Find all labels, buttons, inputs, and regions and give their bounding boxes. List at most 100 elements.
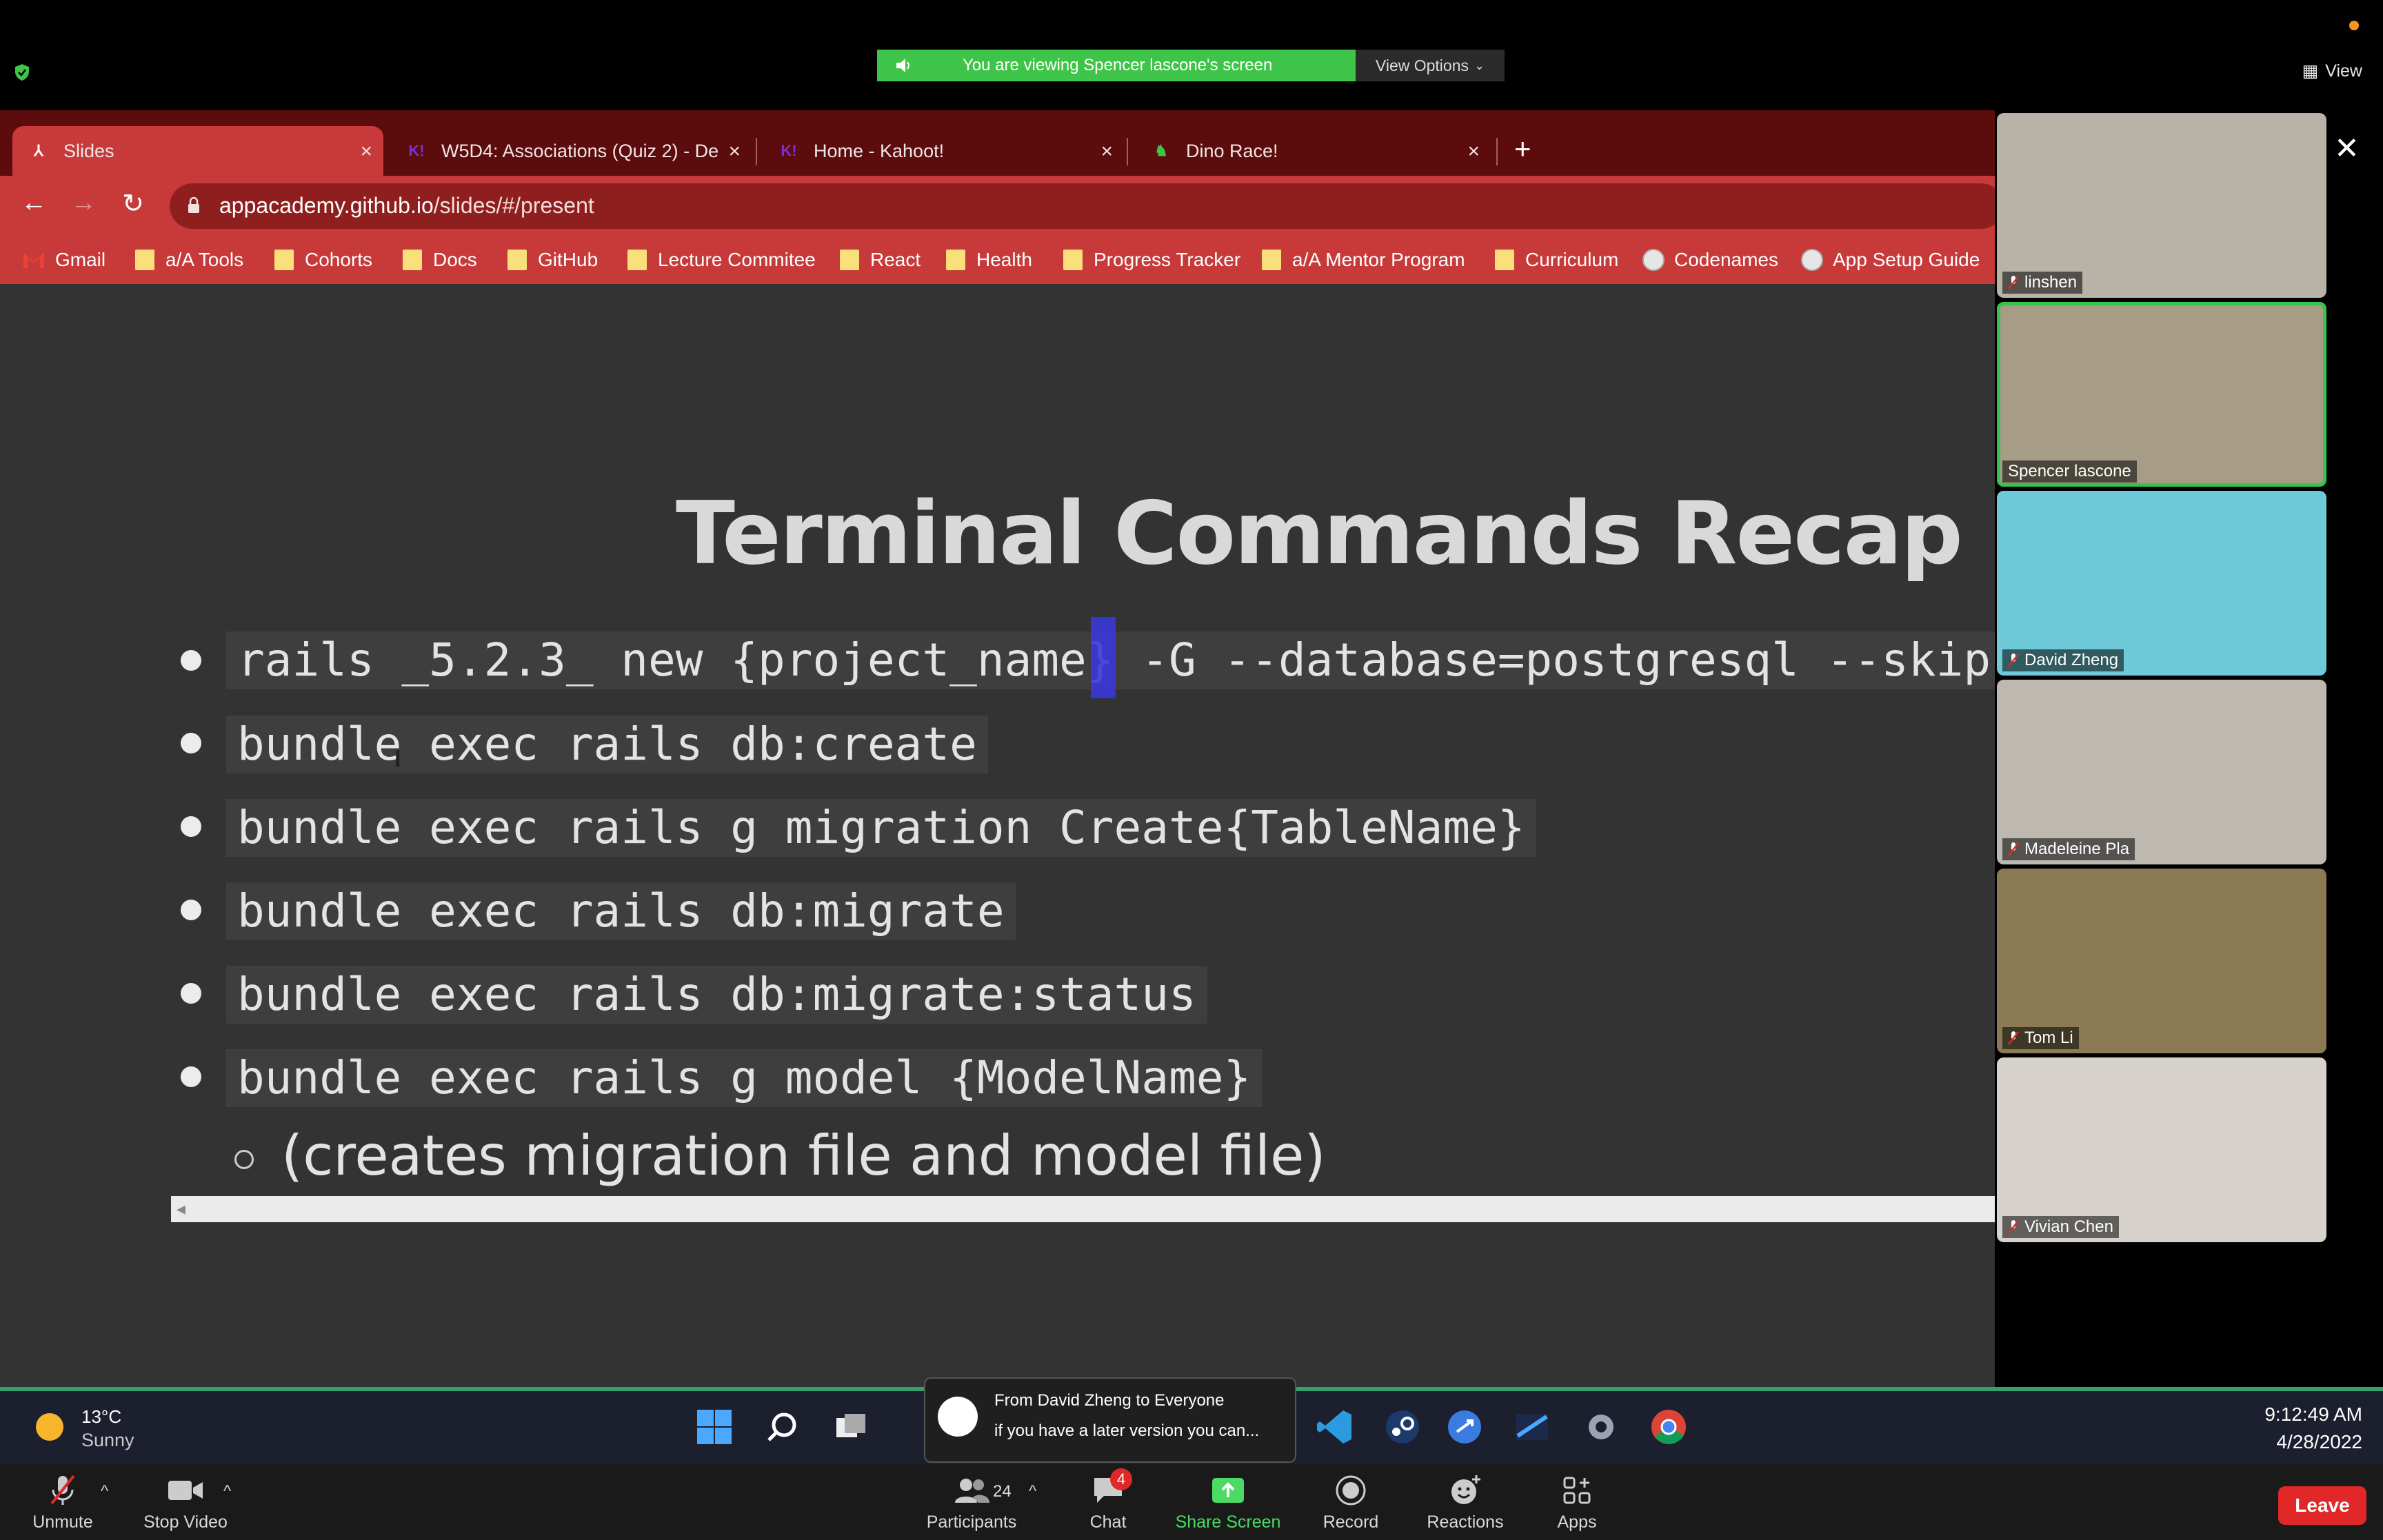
apps-icon <box>1518 1472 1636 1508</box>
bookmark-app-setup-guide[interactable]: App Setup Guide <box>1801 243 1980 277</box>
record-icon <box>1292 1472 1409 1508</box>
close-icon[interactable]: ✕ <box>2334 131 2360 166</box>
record-button[interactable]: Record <box>1292 1472 1409 1532</box>
globe-icon <box>1801 249 1823 271</box>
bookmark-codenames[interactable]: Codenames <box>1642 243 1778 277</box>
command-line: bundle exec rails db:create <box>226 716 988 773</box>
sub-bullet-text: (creates migration file and model file) <box>281 1124 1326 1188</box>
share-screen-icon <box>1169 1472 1287 1508</box>
tab-divider <box>756 138 757 165</box>
video-tile[interactable]: David Zheng <box>1997 491 2326 676</box>
settings-gear-icon[interactable] <box>1580 1406 1622 1448</box>
caret-up-icon[interactable]: ^ <box>1029 1482 1036 1501</box>
url-host: appacademy.github.io <box>219 193 434 218</box>
view-options-button[interactable]: View Options ⌄ <box>1356 50 1505 81</box>
bookmark-label: App Setup Guide <box>1833 249 1980 270</box>
participant-name-text: Tom Li <box>2024 1029 2073 1047</box>
tab-kahoot-home[interactable]: K! Home - Kahoot! × <box>763 126 1124 176</box>
bookmark-curriculum[interactable]: Curriculum <box>1495 243 1618 277</box>
muted-mic-icon <box>2008 276 2019 290</box>
folder-icon <box>507 250 527 270</box>
bookmark-label: Cohorts <box>305 249 373 270</box>
tab-dino-race[interactable]: ♞ Dino Race! × <box>1135 126 1491 176</box>
bookmark-aa-tools[interactable]: a/A Tools <box>135 243 243 277</box>
task-view-icon[interactable] <box>830 1406 872 1448</box>
bookmark-gmail[interactable]: Gmail <box>22 243 105 277</box>
caret-up-icon[interactable]: ^ <box>223 1482 231 1501</box>
muted-mic-icon <box>2008 842 2019 856</box>
video-tile-active-speaker[interactable]: Spencer lascone <box>1997 302 2326 487</box>
participant-name: David Zheng <box>2002 649 2124 671</box>
sun-icon[interactable] <box>36 1413 63 1441</box>
close-icon[interactable]: × <box>728 140 741 163</box>
unmute-label: Unmute <box>32 1512 93 1532</box>
reactions-label: Reactions <box>1427 1512 1504 1532</box>
bookmark-github[interactable]: GitHub <box>507 243 598 277</box>
bookmark-label: React <box>870 249 921 270</box>
caret-up-icon[interactable]: ^ <box>101 1482 108 1501</box>
video-tile[interactable]: linshen <box>1997 113 2326 298</box>
bookmark-label: Curriculum <box>1525 249 1619 270</box>
viewing-banner: You are viewing Spencer lascone's screen <box>877 50 1356 81</box>
clock-date[interactable]: 4/28/2022 <box>2276 1431 2362 1453</box>
chevron-down-icon: ⌄ <box>1474 58 1485 72</box>
bookmark-health[interactable]: Health <box>946 243 1032 277</box>
tab-label: Home - Kahoot! <box>814 140 945 161</box>
muted-mic-icon <box>2008 1220 2019 1234</box>
chat-notification[interactable] <box>924 1377 1296 1463</box>
scroll-left-icon[interactable]: ◂ <box>177 1198 185 1219</box>
bookmark-aa-mentor-program[interactable]: a/A Mentor Program <box>1262 243 1465 277</box>
windows-start-icon[interactable] <box>694 1406 735 1448</box>
bookmark-label: Health <box>976 249 1032 270</box>
reactions-button[interactable]: Reactions <box>1407 1472 1524 1532</box>
tab-associations-quiz[interactable]: K! W5D4: Associations (Quiz 2) - De × <box>390 126 752 176</box>
close-icon[interactable]: × <box>360 140 372 163</box>
participants-count: 24 <box>993 1482 1012 1501</box>
chat-button[interactable]: Chat <box>1049 1472 1167 1532</box>
smiley-plus-icon <box>1407 1472 1524 1508</box>
tab-slides[interactable]: ⅄ Slides × <box>12 126 383 176</box>
chrome-icon[interactable] <box>1648 1406 1689 1448</box>
forward-icon[interactable]: → <box>66 188 101 218</box>
bookmark-progress-tracker[interactable]: Progress Tracker <box>1063 243 1240 277</box>
new-tab-button[interactable]: + <box>1514 132 1531 165</box>
bookmark-docs[interactable]: Docs <box>403 243 477 277</box>
kahoot-icon: K! <box>408 142 425 159</box>
grid-icon: ▦ <box>2302 61 2319 81</box>
share-screen-button[interactable]: Share Screen <box>1169 1472 1287 1532</box>
vscode-icon[interactable] <box>1314 1406 1356 1448</box>
muted-mic-icon <box>2008 654 2019 667</box>
weather-desc: Sunny <box>81 1430 134 1450</box>
bookmark-label: Docs <box>433 249 477 270</box>
bookmark-lecture-commitee[interactable]: Lecture Commitee <box>627 243 816 277</box>
participants-icon <box>913 1472 1030 1508</box>
participant-name: linshen <box>2002 272 2083 294</box>
chat-label: Chat <box>1089 1512 1127 1532</box>
video-tile[interactable]: Vivian Chen <box>1997 1057 2326 1242</box>
participant-name-text: linshen <box>2024 273 2078 292</box>
video-tile[interactable]: Tom Li <box>1997 869 2326 1053</box>
leave-button[interactable]: Leave <box>2278 1486 2366 1525</box>
bookmark-cohorts[interactable]: Cohorts <box>274 243 372 277</box>
video-tile[interactable]: Madeleine Pla <box>1997 680 2326 864</box>
bookmark-label: Progress Tracker <box>1094 249 1241 270</box>
steam-icon[interactable] <box>1382 1406 1423 1448</box>
close-icon[interactable]: × <box>1467 140 1480 163</box>
bookmark-react[interactable]: React <box>840 243 921 277</box>
terminal-icon[interactable] <box>1511 1406 1553 1448</box>
back-icon[interactable]: ← <box>17 188 51 218</box>
apps-button[interactable]: Apps <box>1518 1472 1636 1532</box>
remote-desktop-icon[interactable] <box>1444 1406 1485 1448</box>
gmail-icon <box>23 253 44 268</box>
search-icon[interactable] <box>761 1406 803 1448</box>
close-icon[interactable]: × <box>1100 140 1113 163</box>
command-line: bundle exec rails g model {ModelName} <box>226 1049 1263 1107</box>
participants-button[interactable]: Participants <box>913 1472 1030 1532</box>
reload-icon[interactable]: ↻ <box>116 188 150 219</box>
folder-icon <box>403 250 422 270</box>
speaker-icon <box>896 59 909 72</box>
clock-time[interactable]: 9:12:49 AM <box>2264 1404 2362 1426</box>
horizontal-scrollbar[interactable] <box>171 1196 1995 1222</box>
view-button[interactable]: ▦ View <box>2302 61 2362 81</box>
participant-name: Tom Li <box>2002 1027 2079 1049</box>
